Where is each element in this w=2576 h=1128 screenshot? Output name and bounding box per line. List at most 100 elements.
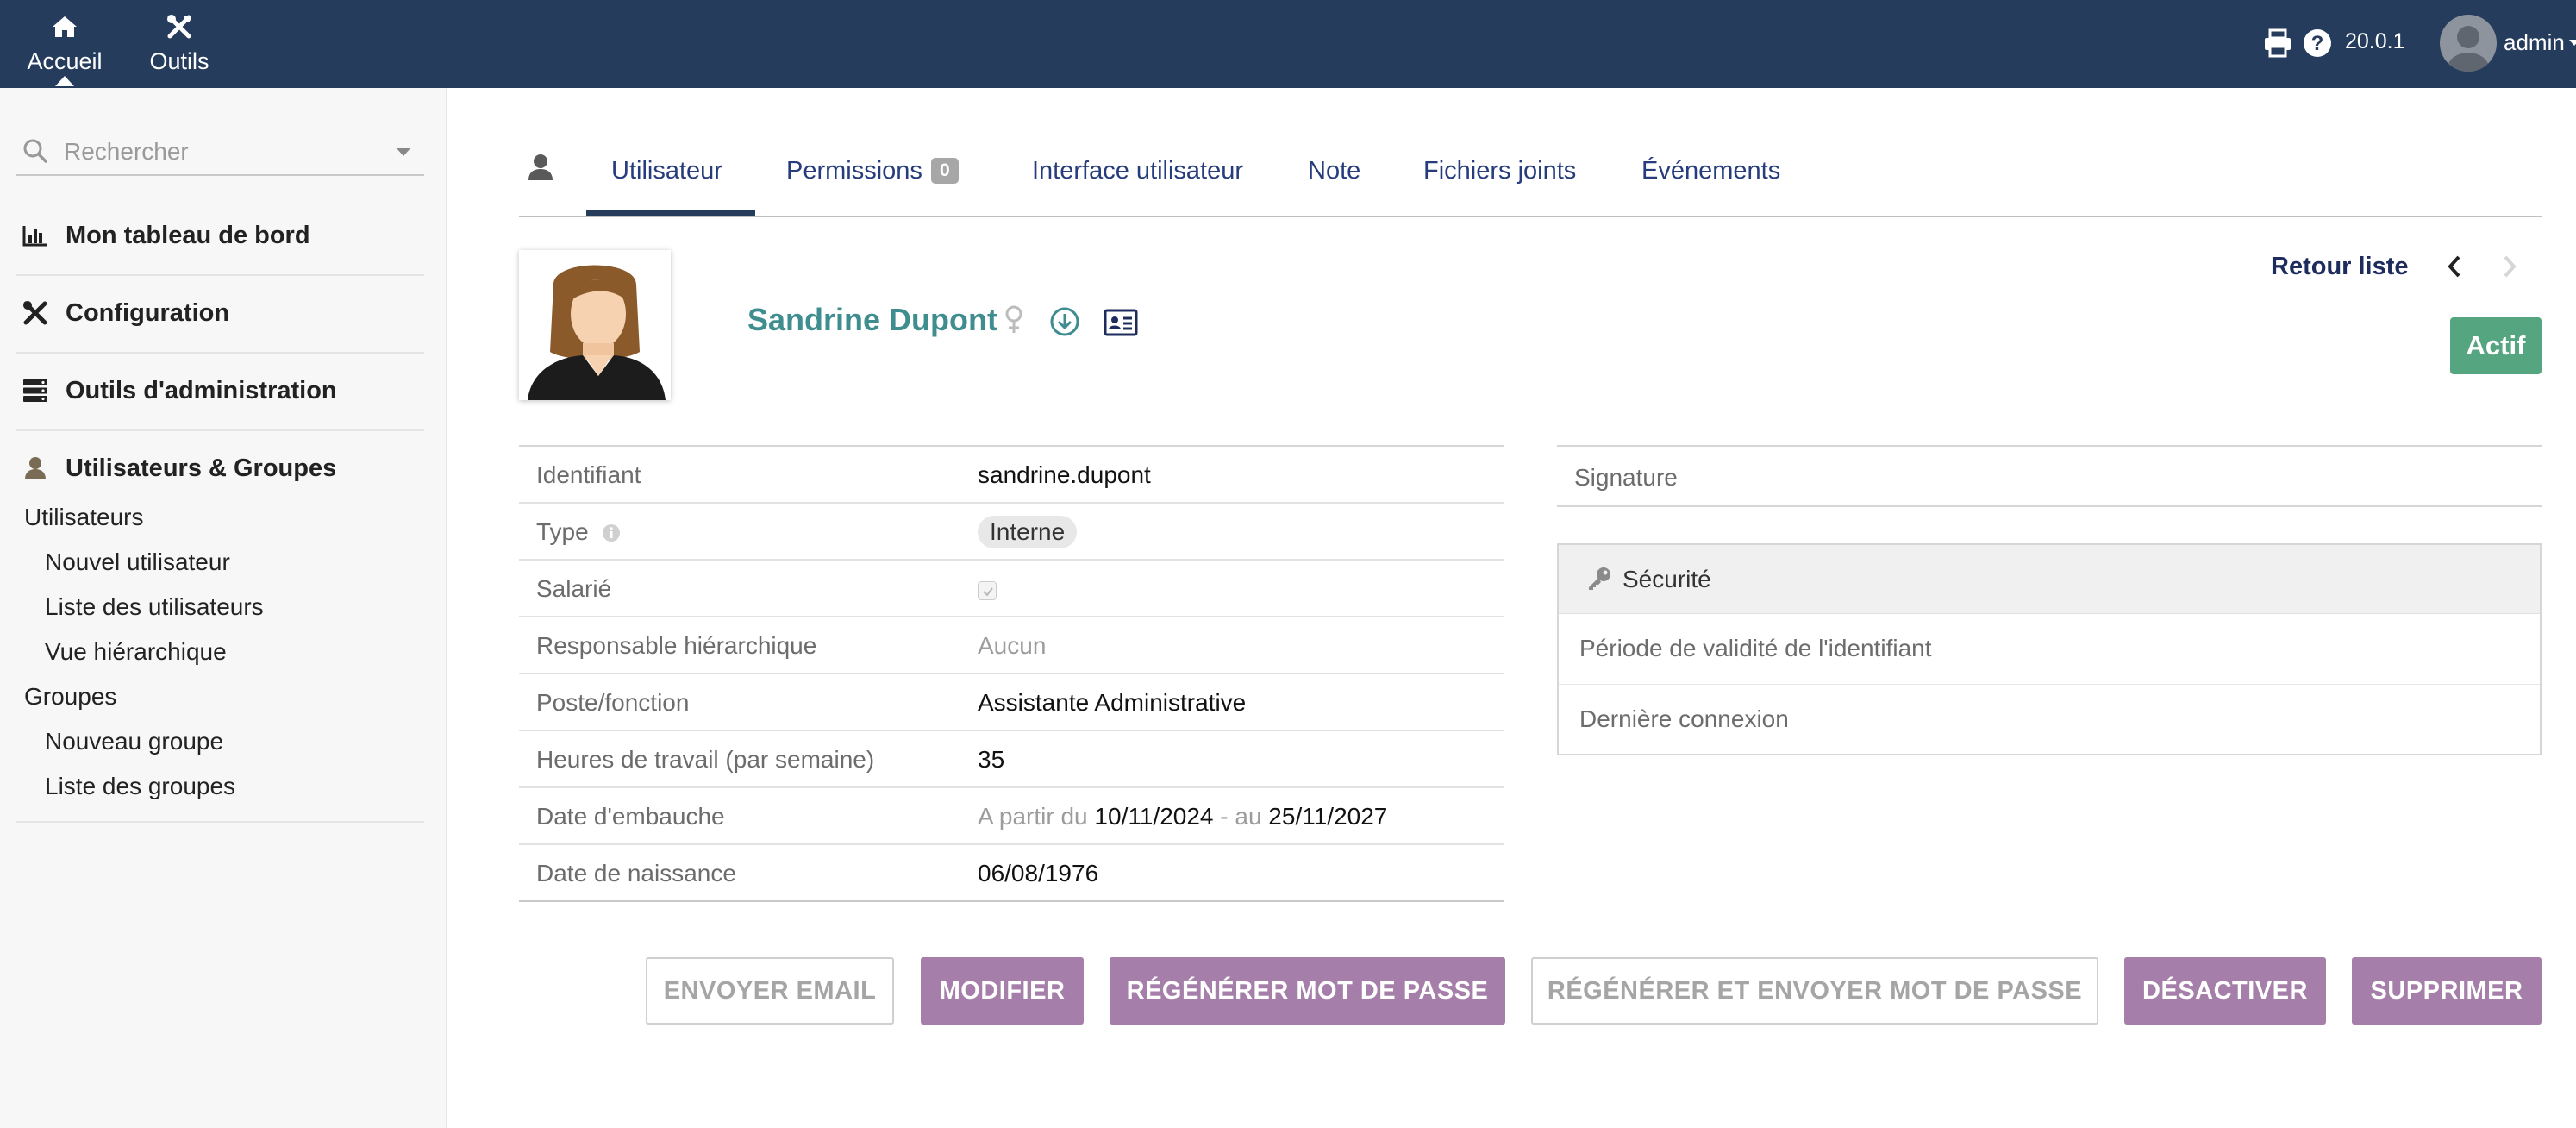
sidebar-item-dashboard[interactable]: Mon tableau de bord: [16, 221, 424, 250]
svg-text:?: ?: [2311, 32, 2324, 55]
field-label: Salarié: [536, 575, 612, 602]
table-row: Date de naissance 06/08/1976: [519, 845, 1504, 902]
field-value-hire-date: A partir du 10/11/2024 - au 25/11/2027: [978, 803, 1387, 830]
chevron-left-icon[interactable]: [2445, 254, 2464, 279]
help-icon[interactable]: ?: [2302, 28, 2333, 59]
top-navbar: Accueil Outils ? 20.0.1 admin: [0, 0, 2576, 88]
chevron-down-icon[interactable]: [2569, 40, 2576, 46]
user-fullname: Sandrine Dupont: [747, 302, 997, 337]
sidebar-item-hierarchy[interactable]: Vue hiérarchique: [45, 638, 227, 666]
field-value-birthdate: 06/08/1976: [978, 860, 1099, 887]
field-label: Date de naissance: [536, 860, 736, 887]
home-icon: [50, 12, 79, 41]
date-from: 10/11/2024: [1094, 803, 1214, 830]
field-label: Poste/fonction: [536, 689, 690, 716]
field-label: Identifiant: [536, 461, 641, 488]
tab-permissions-label: Permissions: [786, 157, 922, 185]
modify-button[interactable]: MODIFIER: [921, 957, 1084, 1025]
menu-accueil-label: Accueil: [27, 48, 103, 74]
sidebar-item-new-group[interactable]: Nouveau groupe: [45, 728, 223, 755]
tab-permissions[interactable]: Permissions 0: [786, 157, 959, 185]
sidebar-item-users-groups[interactable]: Utilisateurs & Groupes: [16, 454, 424, 483]
tools-icon: [165, 12, 194, 41]
chart-icon: [21, 221, 50, 250]
sidebar-section-admin-tools: Outils d'administration: [16, 354, 424, 431]
tab-fichiers-joints[interactable]: Fichiers joints: [1423, 157, 1576, 185]
user-info-table: Identifiant sandrine.dupont Type Interne…: [519, 445, 1504, 902]
field-value-hours: 35: [978, 746, 1005, 773]
info-icon[interactable]: [602, 521, 621, 542]
user-photo[interactable]: [519, 250, 671, 400]
field-value-type: Interne: [978, 516, 1078, 548]
sidebar-item-utilisateurs[interactable]: Utilisateurs: [24, 504, 143, 531]
sidebar-section-dashboard: Mon tableau de bord: [16, 198, 424, 276]
tools-icon: [21, 298, 50, 328]
user-avatar[interactable]: [2440, 15, 2497, 72]
user-icon: [528, 154, 557, 183]
print-icon[interactable]: [2262, 28, 2293, 59]
sidebar-item-label: Mon tableau de bord: [66, 221, 310, 249]
search-input[interactable]: [64, 133, 391, 171]
sidebar-item-label: Configuration: [66, 298, 230, 327]
permissions-count-badge: 0: [930, 158, 959, 184]
sidebar-item-admin-tools[interactable]: Outils d'administration: [16, 376, 424, 405]
sidebar-item-label: Utilisateurs & Groupes: [66, 454, 337, 482]
sidebar-item-user-list[interactable]: Liste des utilisateurs: [45, 593, 264, 621]
field-label: Type: [536, 518, 621, 546]
security-panel: Sécurité Période de validité de l'identi…: [1557, 543, 2542, 755]
download-icon[interactable]: [1050, 307, 1079, 336]
deactivate-button[interactable]: DÉSACTIVER: [2124, 957, 2326, 1025]
regenerate-send-password-button[interactable]: RÉGÉNÉRER ET ENVOYER MOT DE PASSE: [1531, 957, 2098, 1025]
female-icon: [1004, 305, 1024, 335]
field-value-login: sandrine.dupont: [978, 461, 1151, 488]
version-label: 20.0.1: [2345, 29, 2405, 53]
status-badge: Actif: [2450, 317, 2542, 374]
record-tabs: Utilisateur Permissions 0 Interface utili…: [519, 131, 2542, 217]
list-item: Dernière connexion: [1559, 685, 2540, 755]
delete-button[interactable]: SUPPRIMER: [2352, 957, 2542, 1025]
menu-outils[interactable]: Outils: [143, 12, 216, 75]
server-icon: [21, 376, 50, 405]
signature-label: Signature: [1574, 464, 1678, 491]
table-row: Poste/fonction Assistante Administrative: [519, 674, 1504, 731]
tab-evenements[interactable]: Événements: [1641, 157, 1780, 185]
key-icon: [1586, 566, 1612, 592]
back-to-list-link[interactable]: Retour liste: [2271, 253, 2409, 281]
tab-interface-utilisateur[interactable]: Interface utilisateur: [1032, 157, 1243, 185]
date-to-label: - au: [1220, 803, 1262, 830]
field-label-text: Type: [536, 518, 589, 545]
list-item: Période de validité de l'identifiant: [1559, 614, 2540, 685]
sidebar: Mon tableau de bord Configuration Outils…: [0, 88, 447, 1128]
sidebar-item-groupes[interactable]: Groupes: [24, 683, 116, 711]
chevron-down-icon[interactable]: [397, 148, 410, 156]
regenerate-password-button[interactable]: RÉGÉNÉRER MOT DE PASSE: [1110, 957, 1505, 1025]
security-header: Sécurité: [1559, 545, 2540, 614]
sidebar-item-label: Outils d'administration: [66, 376, 337, 404]
vcard-icon[interactable]: [1104, 309, 1138, 336]
menu-outils-label: Outils: [149, 48, 209, 74]
security-title: Sécurité: [1623, 566, 1711, 592]
tab-note[interactable]: Note: [1308, 157, 1360, 185]
sidebar-section-configuration: Configuration: [16, 276, 424, 354]
chevron-right-icon: [2500, 254, 2519, 279]
security-row-label: Période de validité de l'identifiant: [1579, 635, 1932, 661]
security-row-label: Dernière connexion: [1579, 705, 1789, 732]
sidebar-item-configuration[interactable]: Configuration: [16, 298, 424, 328]
send-email-button[interactable]: ENVOYER EMAIL: [646, 957, 894, 1025]
field-label: Responsable hiérarchique: [536, 632, 817, 659]
field-label: Heures de travail (par semaine): [536, 746, 875, 773]
menu-accueil[interactable]: Accueil: [26, 12, 103, 75]
type-badge: Interne: [978, 516, 1078, 548]
table-row: Responsable hiérarchique Aucun: [519, 617, 1504, 674]
sidebar-item-group-list[interactable]: Liste des groupes: [45, 773, 235, 800]
tab-utilisateur[interactable]: Utilisateur: [611, 157, 722, 185]
field-value-employee: [978, 575, 997, 603]
table-row: Salarié: [519, 561, 1504, 617]
field-value-job: Assistante Administrative: [978, 689, 1247, 716]
sidebar-item-new-user[interactable]: Nouvel utilisateur: [45, 548, 230, 576]
date-to: 25/11/2027: [1268, 803, 1388, 830]
table-row: Identifiant sandrine.dupont: [519, 447, 1504, 504]
user-menu-name[interactable]: admin: [2504, 29, 2565, 56]
date-from-label: A partir du: [978, 803, 1088, 830]
field-value-supervisor: Aucun: [978, 632, 1047, 659]
